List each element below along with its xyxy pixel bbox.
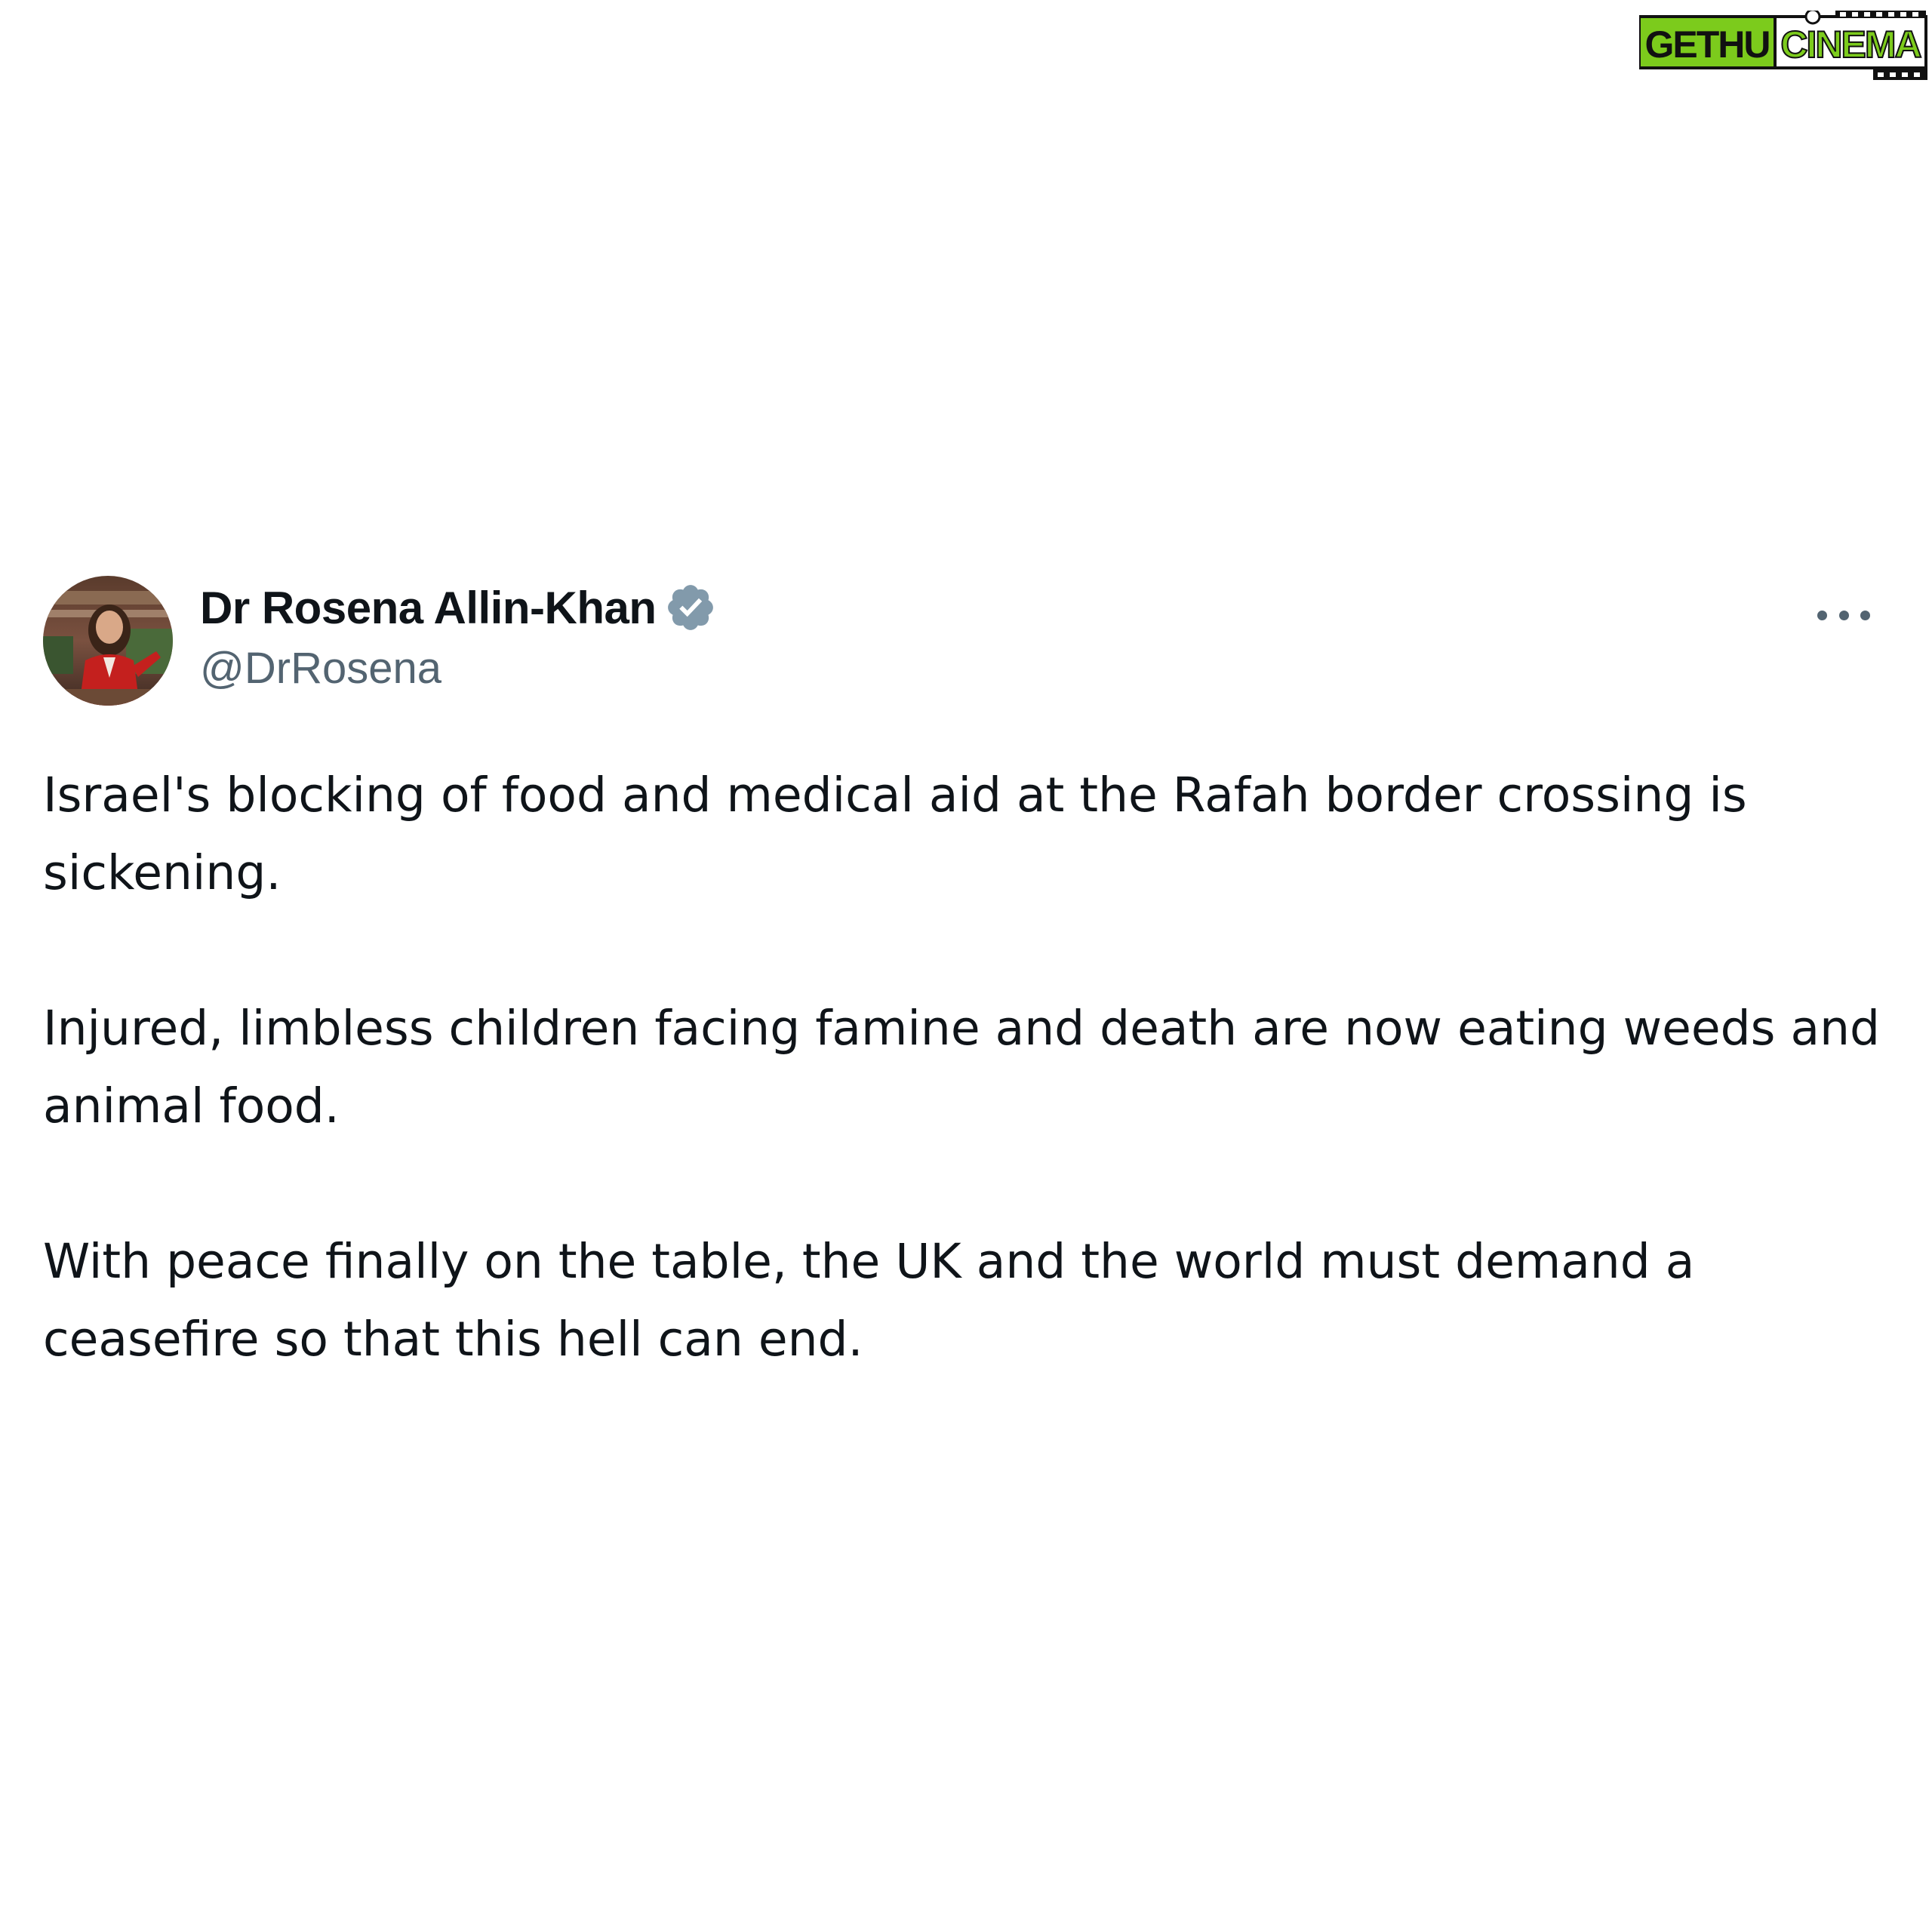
svg-text:GETHU: GETHU — [1645, 23, 1770, 66]
gethu-cinema-watermark: GETHU CINEMA — [1639, 11, 1932, 82]
author-avatar[interactable] — [43, 576, 173, 706]
tweet-paragraph: Israel's blocking of food and medical ai… — [43, 768, 1747, 900]
author-block: Dr Rosena Allin-Khan @DrRosena — [200, 574, 717, 694]
more-options-icon-dot — [1838, 610, 1849, 620]
tweet-paragraph: Injured, limbless children facing famine… — [43, 1001, 1881, 1134]
author-handle[interactable]: @DrRosena — [200, 643, 717, 694]
film-strip-icon — [1873, 69, 1927, 80]
verified-badge-icon — [664, 581, 717, 634]
tweet-text: Israel's blocking of food and medical ai… — [43, 756, 1900, 1378]
svg-text:CINEMA: CINEMA — [1780, 23, 1921, 66]
profile-photo-avatar — [43, 576, 173, 706]
gethu-cinema-logo: GETHU CINEMA — [1639, 11, 1927, 80]
more-options-icon — [1817, 610, 1827, 620]
more-options-button[interactable] — [1817, 596, 1870, 634]
more-options-icon-dot — [1860, 610, 1870, 620]
tweet-paragraph: With peace finally on the table, the UK … — [43, 1234, 1695, 1367]
author-name-row: Dr Rosena Allin-Khan — [200, 574, 717, 641]
author-display-name[interactable]: Dr Rosena Allin-Khan — [200, 582, 657, 634]
